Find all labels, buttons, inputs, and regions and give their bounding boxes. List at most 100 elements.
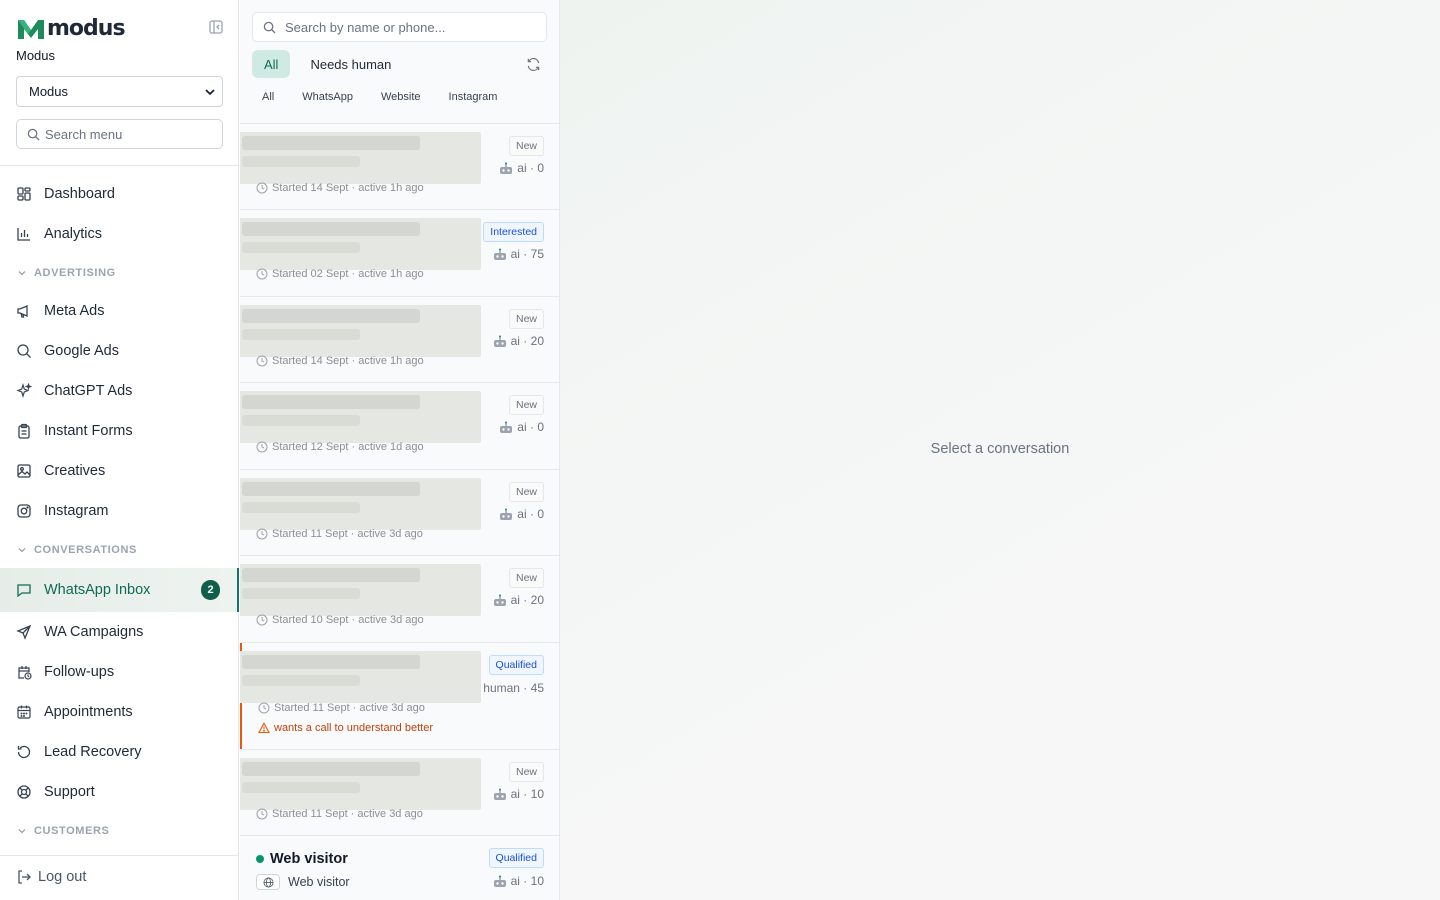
conversation-meta: ai · 10 — [493, 874, 544, 888]
conversation-started: Started 12 Sept · active 1d ago — [256, 441, 424, 453]
nav-item-google-ads[interactable]: Google Ads — [0, 331, 239, 371]
conversation-meta: ai · 0 — [499, 420, 544, 434]
nav-item-label: Dashboard — [44, 186, 115, 202]
main-nav: Dashboard Analytics ADVERTISING Meta Ads… — [0, 174, 239, 849]
nav-item-appointments[interactable]: Appointments — [0, 692, 239, 732]
conversation-search-input[interactable]: Search by name or phone... — [252, 12, 547, 42]
status-badge: New — [508, 568, 544, 588]
nav-item-creatives[interactable]: Creatives — [0, 451, 239, 491]
channel-website[interactable]: Website — [371, 86, 431, 108]
robot-icon — [493, 248, 506, 260]
logout-label: Log out — [38, 869, 87, 885]
divider — [0, 855, 239, 856]
clipboard-icon — [18, 423, 30, 439]
conversation-search-placeholder: Search by name or phone... — [285, 19, 446, 35]
menu-search-input[interactable]: Search menu — [16, 119, 223, 149]
section-advertising[interactable]: ADVERTISING — [0, 254, 239, 291]
online-dot — [256, 855, 264, 863]
refresh-icon[interactable] — [526, 57, 541, 72]
warning-text: wants a call to understand better — [274, 722, 433, 734]
divider — [0, 165, 239, 166]
nav-item-lead-recovery[interactable]: Lead Recovery — [0, 732, 239, 772]
started-text: Started 11 Sept · active 3d ago — [272, 808, 423, 820]
conversation-view: Select a conversation — [560, 0, 1440, 900]
nav-item-instant-forms[interactable]: Instant Forms — [0, 411, 239, 451]
logo-text: modus — [47, 16, 126, 41]
contact-name-text: Web visitor — [270, 851, 348, 867]
search-icon — [17, 344, 31, 358]
redacted-contact — [240, 132, 481, 184]
conversation-warning: wants a call to understand better — [258, 722, 433, 734]
nav-item-label: WA Campaigns — [44, 624, 144, 640]
section-customers[interactable]: CUSTOMERS — [0, 812, 239, 849]
lead-score: 20 — [530, 593, 544, 607]
conversation-item[interactable]: New ai · 0 Started 14 Sept · active 1h a… — [240, 124, 559, 210]
conversation-item[interactable]: Interested ai · 75 Started 02 Sept · act… — [240, 210, 559, 297]
nav-item-label: Support — [44, 784, 95, 800]
conversation-item-needs-human[interactable]: Qualified human · 45 Started 11 Sept · a… — [240, 643, 559, 750]
started-text: Started 11 Sept · active 3d ago — [272, 528, 423, 540]
nav-item-whatsapp-inbox[interactable]: WhatsApp Inbox 2 — [0, 568, 239, 612]
conversation-item[interactable]: New ai · 20 Started 14 Sept · active 1h … — [240, 297, 559, 383]
search-icon — [27, 128, 40, 141]
section-title: CONVERSATIONS — [34, 543, 137, 556]
lead-score: 10 — [530, 787, 544, 801]
nav-item-label: Analytics — [44, 226, 103, 242]
lead-score: 20 — [530, 334, 544, 348]
robot-icon — [493, 788, 506, 800]
handler: ai — [517, 507, 527, 521]
robot-icon — [500, 508, 513, 520]
chevron-down-icon — [205, 89, 215, 96]
conversation-started: Started 14 Sept · active 1h ago — [256, 355, 424, 367]
conversation-meta: ai · 0 — [499, 161, 544, 175]
conversation-item[interactable]: New ai · 10 Started 11 Sept · active 3d … — [240, 750, 559, 836]
handler: ai — [510, 247, 520, 261]
handler: human — [483, 681, 520, 695]
channel-whatsapp[interactable]: WhatsApp — [292, 86, 363, 108]
nav-item-analytics[interactable]: Analytics — [0, 214, 239, 254]
conversation-item[interactable]: New ai · 20 Started 10 Sept · active 3d … — [240, 556, 559, 643]
status-badge: New — [508, 395, 544, 415]
nav-item-dashboard[interactable]: Dashboard — [0, 174, 239, 214]
nav-item-follow-ups[interactable]: Follow-ups — [0, 652, 239, 692]
status-badge: New — [508, 136, 544, 156]
brand-logo[interactable]: modus — [16, 16, 224, 42]
lead-score: 0 — [537, 161, 544, 175]
clock-icon — [256, 355, 268, 367]
nav-item-label: Google Ads — [44, 343, 119, 359]
logout-button[interactable]: Log out — [16, 869, 86, 885]
clock-icon — [256, 528, 268, 540]
org-select[interactable]: Modus — [16, 76, 223, 107]
nav-item-support[interactable]: Support — [0, 772, 239, 812]
channel-all[interactable]: All — [252, 86, 284, 108]
filter-needs-human[interactable]: Needs human — [298, 50, 403, 78]
nav-item-meta-ads[interactable]: Meta Ads — [0, 291, 239, 331]
rotate-icon — [17, 745, 31, 759]
robot-icon — [500, 162, 513, 174]
started-text: Started 12 Sept · active 1d ago — [272, 441, 424, 453]
redacted-contact — [240, 305, 481, 357]
filter-all[interactable]: All — [252, 50, 291, 78]
handler: ai — [517, 420, 527, 434]
robot-icon — [493, 335, 506, 347]
conversation-item-web-visitor[interactable]: Web visitor Web visitor Qualified ai · 1… — [240, 836, 559, 900]
clock-icon — [256, 808, 268, 820]
nav-item-instagram[interactable]: Instagram — [0, 491, 239, 531]
section-conversations[interactable]: CONVERSATIONS — [0, 531, 239, 568]
lifebuoy-icon — [17, 785, 31, 799]
send-icon — [16, 624, 32, 640]
nav-item-chatgpt-ads[interactable]: ChatGPT Ads — [0, 371, 239, 411]
handler: ai — [510, 787, 520, 801]
redacted-contact — [240, 478, 481, 530]
collapse-sidebar-icon[interactable] — [208, 19, 224, 35]
nav-item-label: Instant Forms — [44, 423, 133, 439]
nav-item-label: WhatsApp Inbox — [44, 582, 151, 598]
conversation-item[interactable]: New ai · 0 Started 12 Sept · active 1d a… — [240, 383, 559, 470]
conversation-item[interactable]: New ai · 0 Started 11 Sept · active 3d a… — [240, 470, 559, 556]
clock-icon — [256, 614, 268, 626]
status-badge: Qualified — [488, 655, 544, 675]
channel-instagram[interactable]: Instagram — [439, 86, 508, 108]
redacted-contact — [240, 391, 481, 443]
handler: ai — [510, 874, 520, 888]
nav-item-wa-campaigns[interactable]: WA Campaigns — [0, 612, 239, 652]
